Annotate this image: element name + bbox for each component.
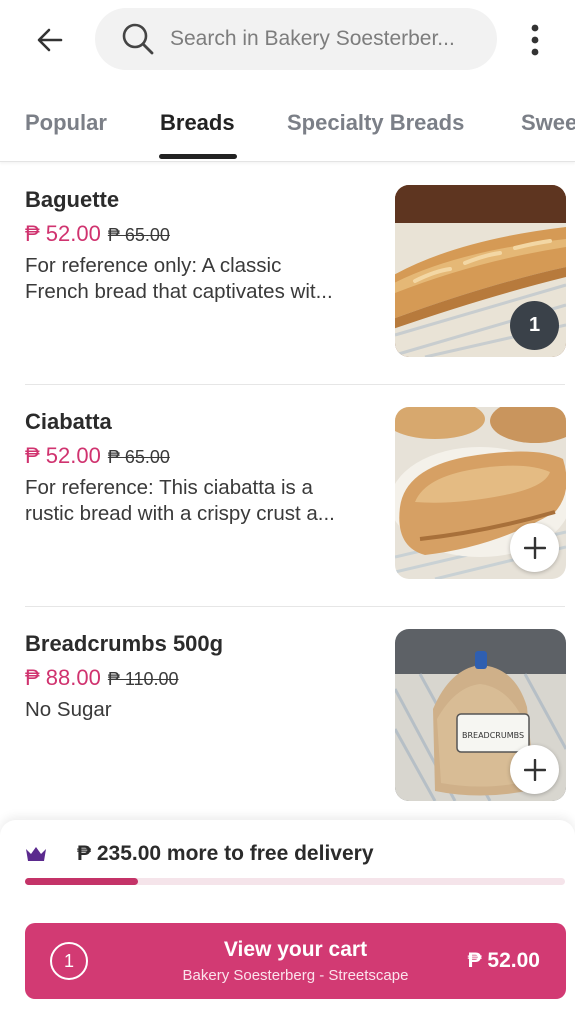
- description-line: For reference: This ciabatta is a: [25, 476, 313, 499]
- product-item-breadcrumbs[interactable]: Breadcrumbs 500g ₱ 88.00 ₱ 110.00 No Sug…: [25, 607, 566, 829]
- tab-specialty-breads[interactable]: Specialty Breads: [287, 110, 464, 136]
- free-delivery-row: ₱ 235.00 more to free delivery: [25, 840, 374, 868]
- cart-summary-sheet: ₱ 235.00 more to free delivery 1 View yo…: [0, 820, 575, 1024]
- tab-sweets[interactable]: Swee: [521, 110, 575, 136]
- product-price: ₱ 52.00: [25, 443, 101, 468]
- product-name: Baguette: [25, 187, 120, 212]
- crown-icon: [26, 847, 46, 861]
- product-original-price: ₱ 110.00: [107, 669, 179, 689]
- product-price: ₱ 52.00: [25, 221, 101, 246]
- free-delivery-text: ₱ 235.00 more to free delivery: [77, 842, 374, 865]
- product-original-price: ₱ 65.00: [107, 447, 170, 467]
- product-name: Ciabatta: [25, 409, 112, 434]
- product-price: ₱ 88.00: [25, 665, 101, 690]
- product-item-baguette[interactable]: Baguette ₱ 52.00 ₱ 65.00 For reference o…: [25, 163, 566, 385]
- product-item-ciabatta[interactable]: Ciabatta ₱ 52.00 ₱ 65.00 For reference: …: [25, 385, 566, 607]
- description-line: No Sugar: [25, 698, 112, 721]
- product-original-price: ₱ 65.00: [107, 225, 170, 245]
- product-description: No Sugar: [25, 697, 380, 723]
- top-bar: Search in Bakery Soesterber...: [0, 0, 575, 78]
- baguette-image[interactable]: 1: [395, 185, 566, 357]
- breadcrumbs-bag-image[interactable]: BREADCRUMBS: [395, 629, 566, 801]
- quantity-badge[interactable]: 1: [510, 301, 559, 350]
- description-line: rustic bread with a crispy crust a...: [25, 502, 335, 525]
- price-row: ₱ 88.00 ₱ 110.00: [25, 665, 179, 691]
- package-label: BREADCRUMBS: [462, 731, 524, 740]
- price-row: ₱ 52.00 ₱ 65.00: [25, 221, 170, 247]
- plus-icon: [523, 536, 546, 559]
- cart-total: ₱ 52.00: [467, 949, 540, 972]
- search-bar[interactable]: Search in Bakery Soesterber...: [95, 8, 497, 70]
- plus-icon: [523, 758, 546, 781]
- arrow-left-icon: [37, 28, 63, 52]
- product-description: For reference: This ciabatta is a rustic…: [25, 475, 380, 527]
- add-to-cart-button[interactable]: [510, 745, 559, 794]
- description-line: French bread that captivates wit...: [25, 280, 333, 303]
- price-row: ₱ 52.00 ₱ 65.00: [25, 443, 170, 469]
- add-to-cart-button[interactable]: [510, 523, 559, 572]
- product-description: For reference only: A classic French bre…: [25, 253, 380, 305]
- search-icon: [121, 22, 155, 56]
- delivery-progress-bar: [25, 878, 565, 885]
- view-cart-button[interactable]: 1 View your cart Bakery Soesterberg - St…: [25, 923, 566, 999]
- product-name: Breadcrumbs 500g: [25, 631, 224, 656]
- active-tab-indicator: [159, 154, 237, 159]
- description-line: For reference only: A classic: [25, 254, 282, 277]
- back-button[interactable]: [30, 20, 70, 60]
- category-tabs: Popular Breads Specialty Breads Swee: [0, 96, 575, 162]
- more-options-button[interactable]: [517, 20, 553, 60]
- more-vertical-icon: [531, 24, 539, 56]
- tab-breads[interactable]: Breads: [160, 110, 235, 136]
- tab-popular[interactable]: Popular: [25, 110, 107, 136]
- delivery-progress-fill: [25, 878, 139, 885]
- search-input[interactable]: Search in Bakery Soesterber...: [170, 27, 480, 51]
- ciabatta-image[interactable]: [395, 407, 566, 579]
